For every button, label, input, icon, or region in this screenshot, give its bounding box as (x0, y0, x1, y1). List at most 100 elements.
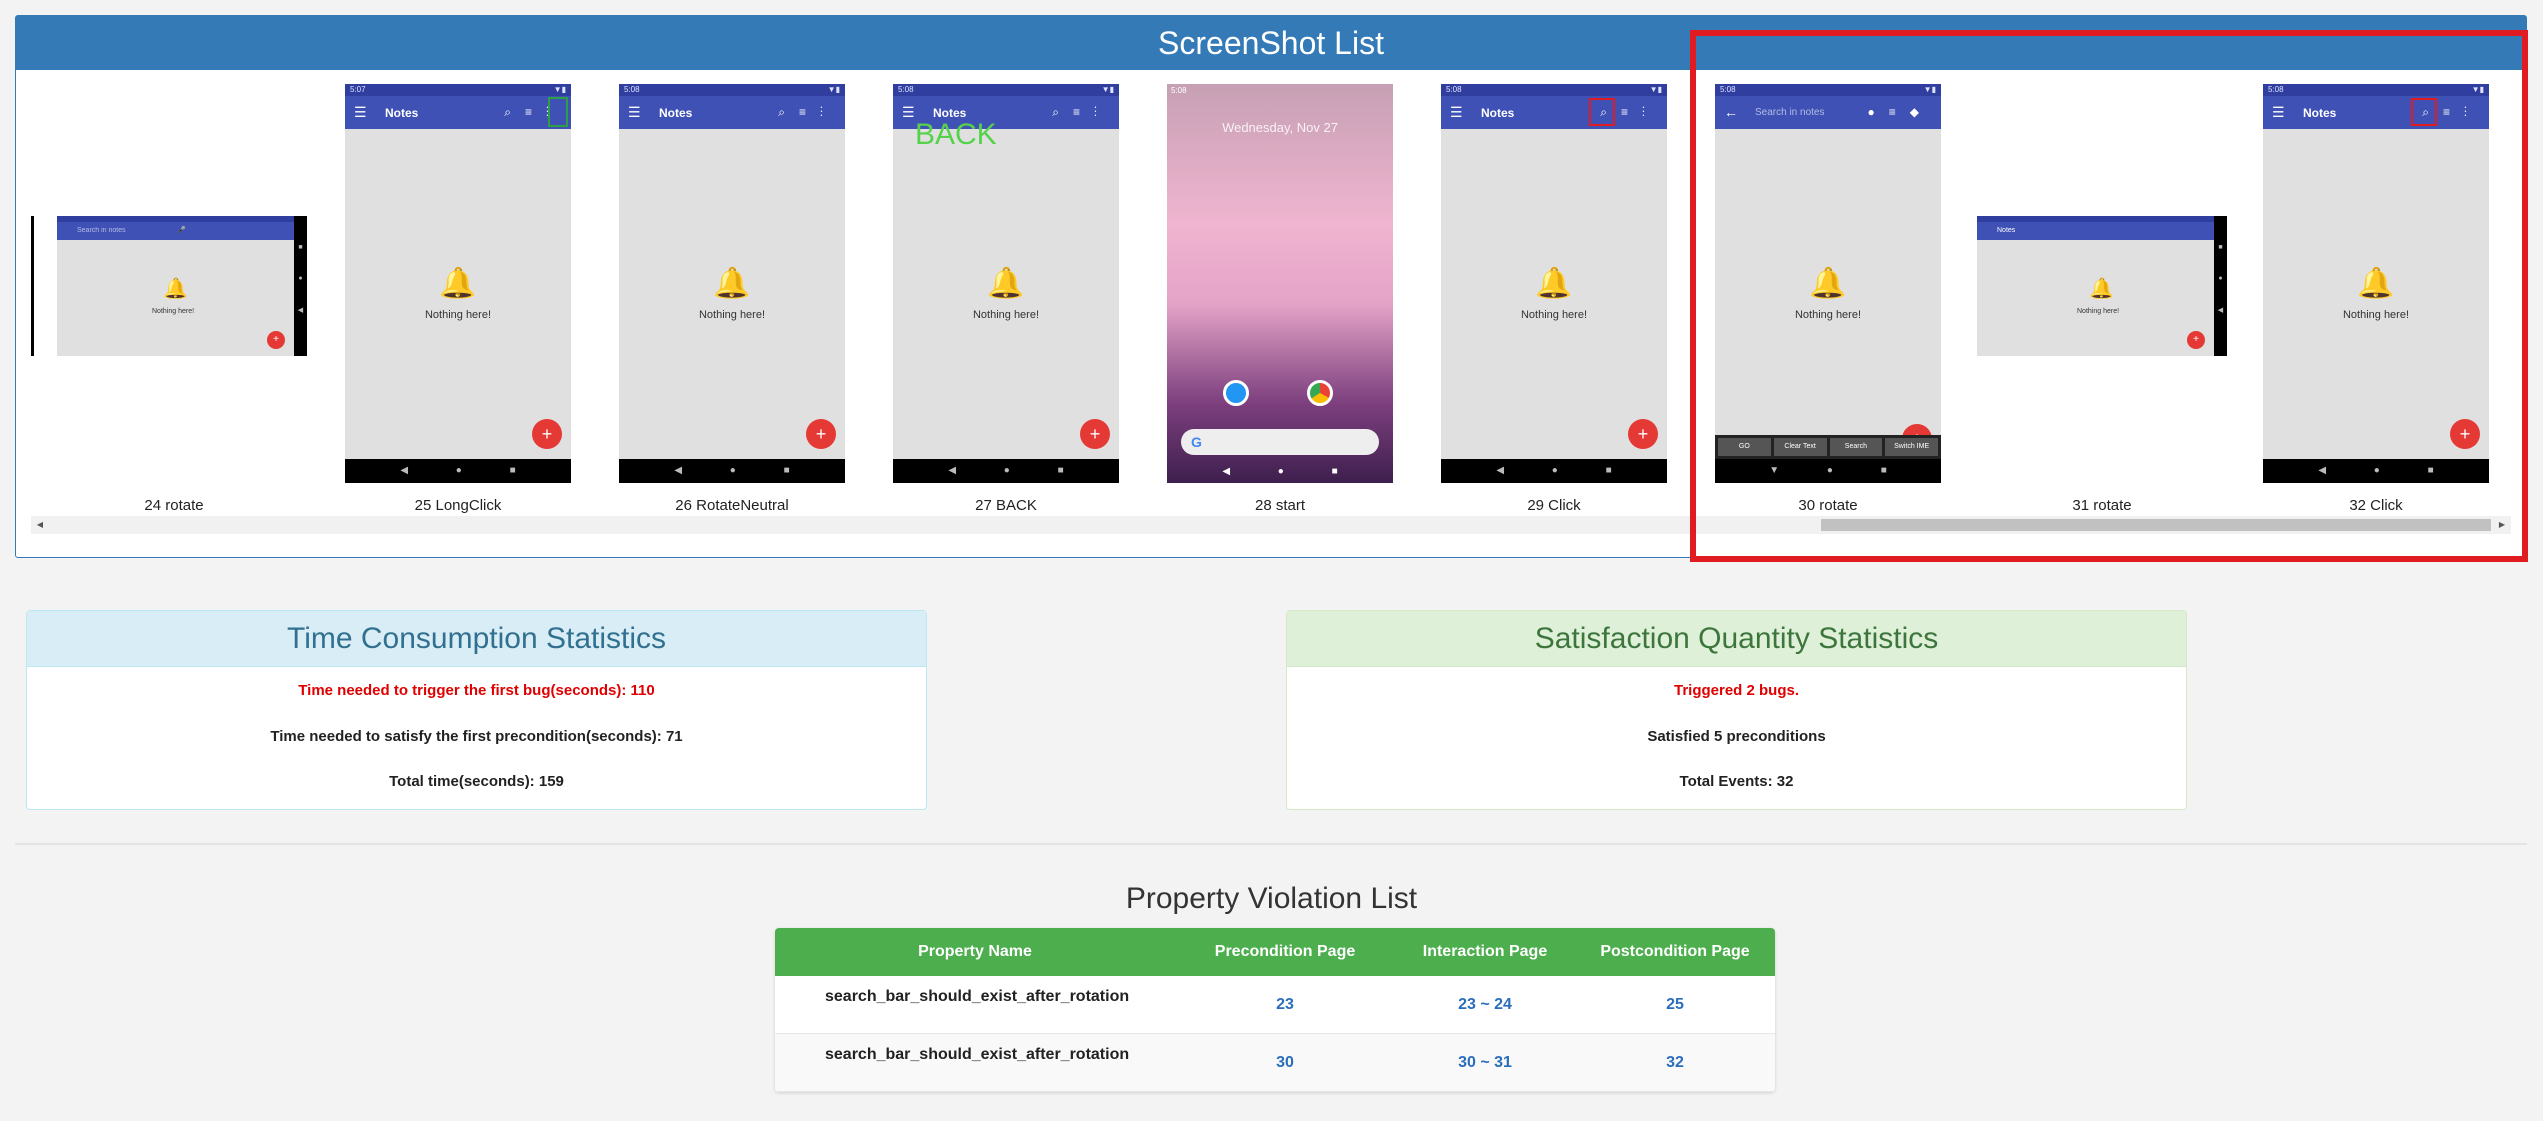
bell-icon: 🔔 (439, 267, 477, 300)
screenshot-image[interactable]: 5:07 ▼▮ ☰ Notes ⌕≡⋮ 🔔 Nothing here! + ◀ ●… (345, 84, 571, 483)
toolbar: ☰ Notes ⌕≡⋮ (345, 96, 571, 129)
column-header: Property Name (918, 943, 1032, 960)
status-bar: 5:07 ▼▮ (345, 84, 571, 96)
table-row: search_bar_should_exist_after_rotation 3… (775, 1034, 1775, 1092)
menu-icon: ☰ (628, 104, 641, 120)
status-bar: 5:08 ▼▮ (1441, 84, 1667, 96)
screenshot-item[interactable]: Search in notes 🎤 ■ ● ◀ 🔔 Nothing here! + 2… (31, 84, 307, 524)
fab-button: + (1628, 419, 1658, 449)
signal-icon: ▼▮ (1649, 85, 1662, 94)
total-time: Total time(seconds): 159 (389, 773, 564, 790)
nav-bar: ◀ ● ■ (893, 459, 1119, 483)
bell-icon: 🔔 (163, 278, 188, 300)
status-time: 5:08 (1171, 86, 1187, 95)
time-consumption-title: Time Consumption Statistics (27, 611, 926, 667)
empty-text: Nothing here! (1520, 309, 1588, 321)
nav-bar: ◀ ● ■ (345, 459, 571, 483)
signal-icon: ▼▮ (1101, 85, 1114, 94)
chrome-icon (1307, 380, 1333, 406)
bell-icon: 🔔 (713, 267, 751, 300)
toolbar-actions: ⌕≡⋮ (1052, 105, 1111, 119)
red-highlight-annotation (1690, 30, 2528, 562)
screenshot-image[interactable]: 5:08 ▼▮ ☰ Notes ⌕≡⋮ 🔔 Nothing here! + ◀ ●… (1441, 84, 1667, 483)
first-bug-time: Time needed to trigger the first bug(sec… (298, 682, 655, 699)
screenshot-image[interactable]: 5:08 Wednesday, Nov 27 G ◀ ● ■ (1167, 84, 1393, 483)
bell-icon: 🔔 (1535, 267, 1573, 300)
scroll-left-arrow-icon[interactable]: ◀ (31, 516, 49, 534)
highlight-box (1589, 98, 1615, 126)
nav-bar: ◀ ● ■ (1441, 459, 1667, 483)
satisfaction-quantity-panel: Satisfaction Quantity Statistics Trigger… (1286, 610, 2187, 810)
signal-icon: ▼▮ (553, 85, 566, 94)
status-time: 5:07 (350, 85, 366, 94)
fab-button: + (1080, 419, 1110, 449)
messages-icon (1223, 380, 1249, 406)
mic-icon: 🎤 (177, 227, 186, 234)
menu-icon: ☰ (1450, 104, 1463, 120)
screenshot-caption: 28 start (1254, 497, 1306, 514)
toolbar: ☰ Notes ⌕≡⋮ (619, 96, 845, 129)
empty-text: Nothing here! (424, 309, 492, 321)
status-time: 5:08 (1446, 85, 1462, 94)
property-violation-table: Property Name Precondition Page Interact… (775, 928, 1775, 1092)
column-header: Precondition Page (1214, 943, 1356, 960)
screenshot-caption: 29 Click (1527, 497, 1581, 514)
fab-button: + (532, 419, 562, 449)
empty-text: Nothing here! (698, 309, 766, 321)
nav-bar: ◀ ● ■ (619, 459, 845, 483)
screenshot-item[interactable]: 5:08 Wednesday, Nov 27 G ◀ ● ■ 28 start (1167, 84, 1393, 524)
menu-icon: ☰ (902, 104, 915, 120)
screenshot-image[interactable]: 5:08 ▼▮ ☰ Notes ⌕≡⋮ 🔔 Nothing here! + ◀ ●… (619, 84, 845, 483)
section-divider (15, 843, 2527, 845)
empty-text: Nothing here! (152, 308, 195, 315)
interaction-page-link[interactable]: 30 ~ 31 (1395, 1034, 1575, 1091)
bugs-triggered: Triggered 2 bugs. (1673, 682, 1800, 699)
time-consumption-panel: Time Consumption Statistics Time needed … (26, 610, 927, 810)
app-title: Notes (1481, 106, 1515, 120)
precondition-page-link[interactable]: 30 (1175, 1034, 1395, 1091)
bell-icon: 🔔 (987, 267, 1025, 300)
screenshot-caption: 27 BACK (975, 497, 1037, 514)
table-row: search_bar_should_exist_after_rotation 2… (775, 976, 1775, 1034)
screenshot-item[interactable]: 5:08 ▼▮ ☰ Notes ⌕≡⋮ 🔔 Nothing here! + ◀ ●… (1441, 84, 1667, 524)
screenshot-caption: 24 rotate (144, 497, 204, 514)
total-events: Total Events: 32 (1679, 773, 1794, 790)
screenshot-item[interactable]: 5:08 ▼▮ ☰ Notes ⌕≡⋮ BACK 🔔 Nothing here! … (893, 84, 1119, 524)
postcondition-page-link[interactable]: 32 (1575, 1034, 1775, 1091)
highlight-box (548, 97, 568, 127)
fab-button: + (806, 419, 836, 449)
status-time: 5:08 (624, 85, 640, 94)
column-header: Interaction Page (1422, 943, 1548, 960)
column-header: Postcondition Page (1600, 943, 1750, 960)
toolbar-actions: ⌕≡⋮ (778, 105, 837, 119)
home-date: Wednesday, Nov 27 (1222, 120, 1338, 135)
signal-icon: ▼▮ (827, 85, 840, 94)
search-bar: Search in notes 🎤 (57, 222, 307, 240)
table-header-row: Property Name Precondition Page Interact… (775, 928, 1775, 976)
frame-edge (31, 216, 34, 356)
empty-text: Nothing here! (972, 309, 1040, 321)
back-overlay-label: BACK (915, 118, 997, 151)
app-title: Notes (659, 106, 693, 120)
status-bar: 5:08 ▼▮ (893, 84, 1119, 96)
postcondition-page-link[interactable]: 25 (1575, 976, 1775, 1033)
precondition-page-link[interactable]: 23 (1175, 976, 1395, 1033)
screenshot-item[interactable]: 5:07 ▼▮ ☰ Notes ⌕≡⋮ 🔔 Nothing here! + ◀ ●… (345, 84, 571, 524)
first-precondition-time: Time needed to satisfy the first precond… (270, 728, 683, 745)
search-placeholder: Search in notes (77, 227, 126, 234)
screenshot-image[interactable]: Search in notes 🎤 ■ ● ◀ 🔔 Nothing here! + (57, 216, 307, 356)
screenshot-caption: 26 RotateNeutral (675, 497, 789, 514)
satisfaction-quantity-title: Satisfaction Quantity Statistics (1287, 611, 2186, 667)
screenshot-item[interactable]: 5:08 ▼▮ ☰ Notes ⌕≡⋮ 🔔 Nothing here! + ◀ ●… (619, 84, 845, 524)
nav-bar: ◀ ● ■ (1222, 466, 1338, 477)
screenshot-image[interactable]: 5:08 ▼▮ ☰ Notes ⌕≡⋮ BACK 🔔 Nothing here! … (893, 84, 1119, 483)
property-name: search_bar_should_exist_after_rotation (825, 988, 1130, 1005)
menu-icon: ☰ (354, 104, 367, 120)
interaction-page-link[interactable]: 23 ~ 24 (1395, 976, 1575, 1033)
google-search-bar: G (1181, 429, 1379, 455)
toolbar: ☰ Notes ⌕≡⋮ (1441, 96, 1667, 129)
nav-bar: ■ ● ◀ (294, 216, 307, 356)
property-violation-title: Property Violation List (1125, 882, 1418, 915)
app-title: Notes (385, 106, 419, 120)
status-bar: 5:08 ▼▮ (619, 84, 845, 96)
